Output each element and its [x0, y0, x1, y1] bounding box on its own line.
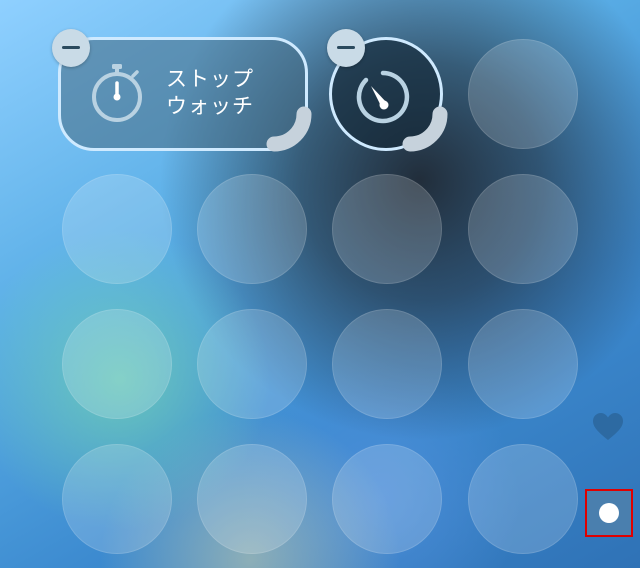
remove-stopwatch-small-button[interactable]	[327, 29, 365, 67]
record-icon	[599, 503, 619, 523]
remove-stopwatch-wide-button[interactable]	[52, 29, 90, 67]
control-tile-empty[interactable]	[332, 444, 442, 554]
control-tile-empty[interactable]	[197, 444, 307, 554]
record-button[interactable]	[585, 489, 633, 537]
control-tile-empty[interactable]	[62, 444, 172, 554]
stopwatch-label-line2: ウォッチ	[166, 94, 254, 118]
control-tile-empty[interactable]	[62, 174, 172, 284]
heart-icon[interactable]	[592, 412, 624, 442]
control-tile-empty[interactable]	[197, 174, 307, 284]
stopwatch-label-line1: ストップ	[166, 67, 254, 91]
resize-handle-icon[interactable]	[398, 104, 454, 160]
control-tile-empty[interactable]	[332, 174, 442, 284]
control-tile-empty[interactable]	[468, 39, 578, 149]
control-tile-empty[interactable]	[468, 444, 578, 554]
control-tile-empty[interactable]	[332, 309, 442, 419]
control-tile-empty[interactable]	[468, 309, 578, 419]
stopwatch-widget-label: ストップ ウォッチ	[166, 66, 254, 120]
resize-handle-icon[interactable]	[262, 104, 318, 160]
control-tile-empty[interactable]	[468, 174, 578, 284]
stopwatch-icon	[92, 64, 142, 122]
control-tile-empty[interactable]	[62, 309, 172, 419]
control-tile-empty[interactable]	[197, 309, 307, 419]
